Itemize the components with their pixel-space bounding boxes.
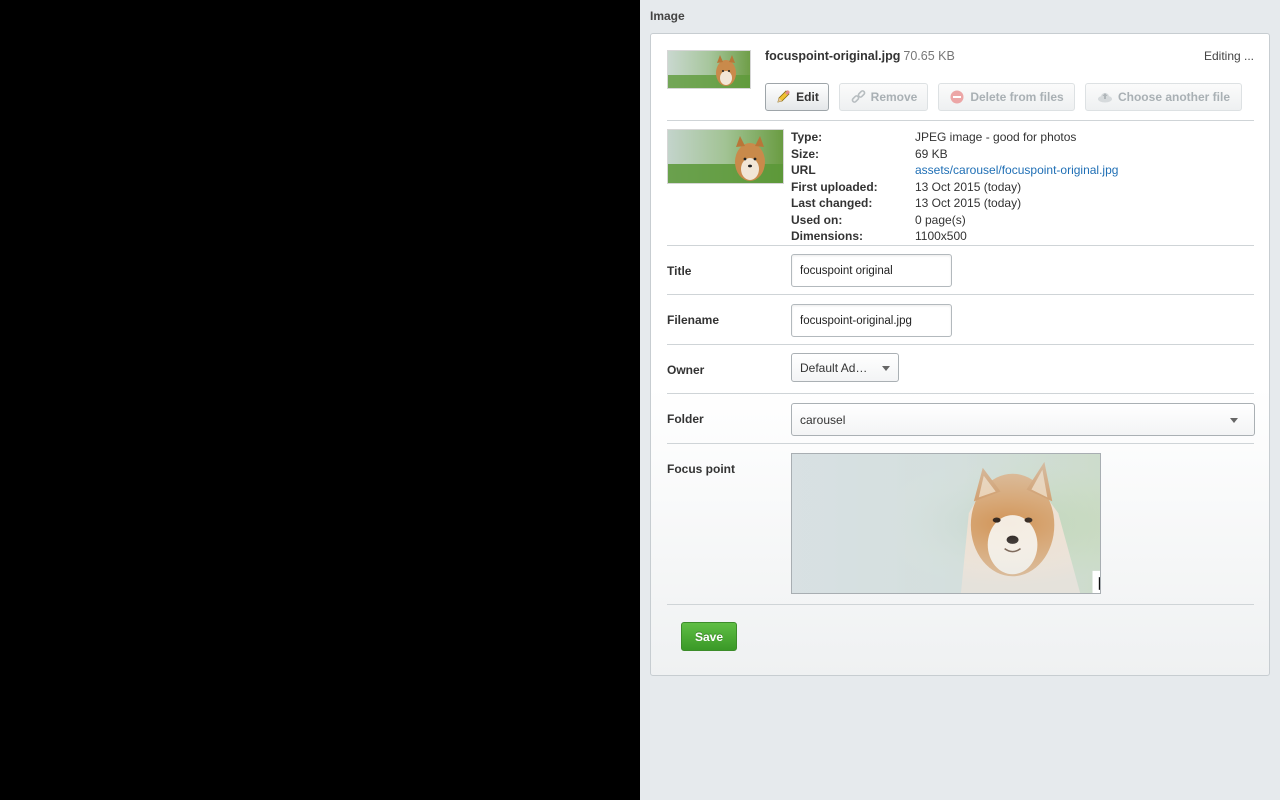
detail-label: Type:: [791, 130, 823, 144]
remove-button[interactable]: Remove: [839, 83, 928, 111]
delete-button-label: Delete from files: [970, 90, 1064, 104]
detail-label: Dimensions:: [791, 229, 864, 243]
unlink-icon: [850, 89, 866, 105]
focus-point-label: Focus point: [667, 462, 735, 476]
file-name-text: focuspoint-original.jpg: [765, 49, 901, 63]
image-field-pane: Image focuspoint-original.jpg 70.65 KB E…: [640, 0, 1280, 800]
owner-select-value: Default Ad…: [800, 360, 868, 375]
owner-select[interactable]: Default Ad…: [791, 353, 899, 382]
title-input[interactable]: focuspoint original: [791, 254, 952, 287]
filename-input[interactable]: focuspoint-original.jpg: [791, 304, 952, 337]
detail-label: Last changed:: [791, 196, 873, 210]
detail-row-type: Type: JPEG image - good for photos: [791, 129, 1118, 146]
detail-label: URL: [791, 163, 816, 177]
minus-circle-icon: [949, 89, 965, 105]
save-button[interactable]: Save: [681, 622, 737, 651]
divider: [667, 120, 1254, 121]
detail-value: 69 KB: [915, 146, 948, 161]
delete-from-files-button[interactable]: Delete from files: [938, 83, 1075, 111]
detail-row-size: Size: 69 KB: [791, 146, 1118, 163]
detail-label: First uploaded:: [791, 179, 878, 194]
detail-value: 0 page(s): [915, 212, 966, 227]
detail-value: 13 Oct 2015 (today): [915, 179, 1022, 194]
detail-row-url: URL assets/carousel/focuspoint-original.…: [791, 162, 1118, 179]
divider: [667, 294, 1254, 295]
image-edit-panel: focuspoint-original.jpg 70.65 KB Editing …: [650, 33, 1270, 676]
chevron-down-icon: [882, 365, 890, 371]
divider: [667, 443, 1254, 444]
file-url-link[interactable]: assets/carousel/focuspoint-original.jpg: [915, 162, 1118, 179]
remove-button-label: Remove: [870, 90, 918, 104]
detail-row-dimensions: Dimensions: 1100x500: [791, 228, 1118, 245]
folder-label: Folder: [667, 412, 704, 426]
file-details: Type: JPEG image - good for photos Size:…: [791, 129, 1118, 245]
left-blank-pane: [0, 0, 640, 800]
pencil-icon: [775, 89, 791, 105]
field-title: Image: [650, 9, 685, 23]
divider: [667, 344, 1254, 345]
detail-label: Size:: [791, 146, 820, 161]
detail-row-used-on: Used on: 0 page(s): [791, 212, 1118, 229]
folder-select[interactable]: carousel: [791, 403, 1255, 436]
focus-point-image[interactable]: [791, 453, 1101, 594]
file-thumbnail-large: [667, 129, 784, 184]
choose-button-label: Choose another file: [1117, 90, 1230, 104]
file-thumbnail-small: [667, 50, 751, 89]
editing-status[interactable]: Editing ...: [1204, 49, 1254, 63]
divider: [667, 245, 1254, 246]
detail-row-last-changed: Last changed: 13 Oct 2015 (today): [791, 195, 1118, 212]
detail-label: Used on:: [791, 212, 843, 227]
detail-value: 1100x500: [915, 229, 967, 243]
detail-value: 13 Oct 2015 (today): [915, 196, 1022, 210]
crosshair-icon[interactable]: [1008, 514, 1101, 594]
detail-value: JPEG image - good for photos: [915, 130, 1077, 144]
detail-row-first-uploaded: First uploaded: 13 Oct 2015 (today): [791, 179, 1118, 196]
edit-button-label: Edit: [796, 90, 819, 104]
cloud-upload-icon: [1097, 89, 1113, 105]
title-label: Title: [667, 264, 692, 278]
owner-label: Owner: [667, 363, 705, 377]
divider: [667, 393, 1254, 394]
edit-button[interactable]: Edit: [765, 83, 829, 111]
file-name: focuspoint-original.jpg 70.65 KB: [765, 49, 955, 63]
divider: [667, 604, 1254, 605]
chevron-down-icon: [1230, 417, 1238, 423]
filename-label: Filename: [667, 313, 720, 327]
folder-select-value: carousel: [800, 412, 846, 427]
choose-another-file-button[interactable]: Choose another file: [1085, 83, 1242, 111]
file-size: 70.65 KB: [903, 49, 955, 63]
